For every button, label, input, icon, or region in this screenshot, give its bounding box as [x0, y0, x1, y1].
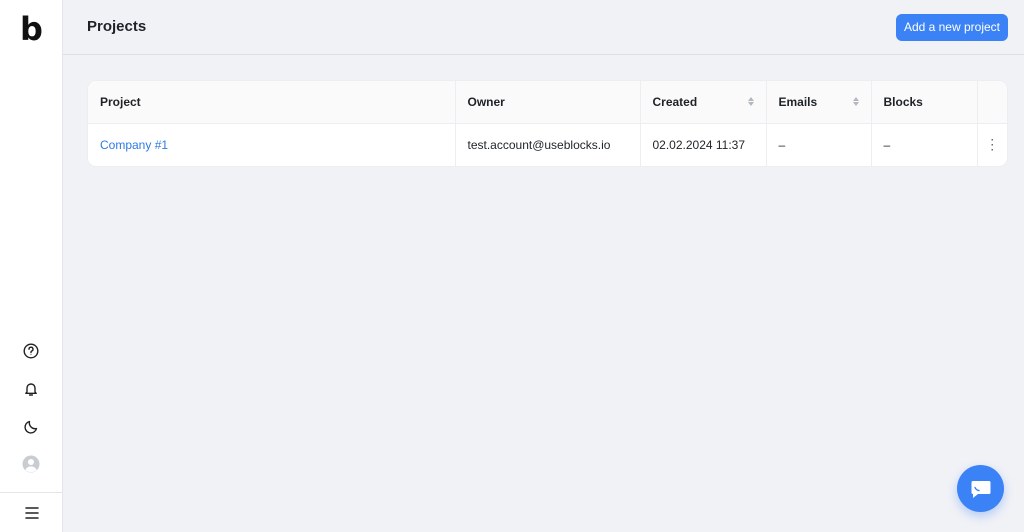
page-title: Projects [87, 18, 147, 35]
sidebar: b [0, 0, 63, 532]
sort-icon[interactable] [852, 97, 859, 107]
table-header-row: Project Owner Created Emails Blocks [88, 81, 1007, 124]
cell-project: Company #1 [88, 123, 456, 166]
column-header-created[interactable]: Created [640, 81, 767, 124]
chat-button[interactable] [957, 465, 1004, 512]
avatar-icon[interactable] [19, 452, 43, 476]
app-logo[interactable]: b [0, 10, 63, 48]
row-menu-icon[interactable]: ⋮ [977, 123, 1007, 166]
project-link[interactable]: Company #1 [100, 138, 168, 152]
column-header-project: Project [88, 81, 456, 124]
chat-icon [971, 480, 990, 498]
cell-blocks: – [871, 123, 978, 166]
add-project-button[interactable]: Add a new project [895, 14, 1008, 41]
column-header-emails[interactable]: Emails [766, 81, 872, 124]
hamburger-menu-icon[interactable] [0, 492, 63, 532]
table-row: Company #1 test.account@useblocks.io 02.… [88, 123, 1007, 166]
help-icon[interactable] [19, 339, 43, 363]
sort-icon[interactable] [747, 97, 754, 107]
cell-emails: – [766, 123, 872, 166]
cell-created: 02.02.2024 11:37 [640, 123, 767, 166]
page-header: Projects Add a new project [63, 0, 1024, 55]
projects-table: Project Owner Created Emails Blocks Comp… [88, 81, 1007, 166]
bell-icon[interactable] [19, 377, 43, 401]
column-header-owner: Owner [455, 81, 641, 124]
column-header-blocks: Blocks [871, 81, 978, 124]
moon-icon[interactable] [19, 415, 43, 439]
cell-owner: test.account@useblocks.io [455, 123, 641, 166]
column-header-actions [977, 81, 1007, 124]
